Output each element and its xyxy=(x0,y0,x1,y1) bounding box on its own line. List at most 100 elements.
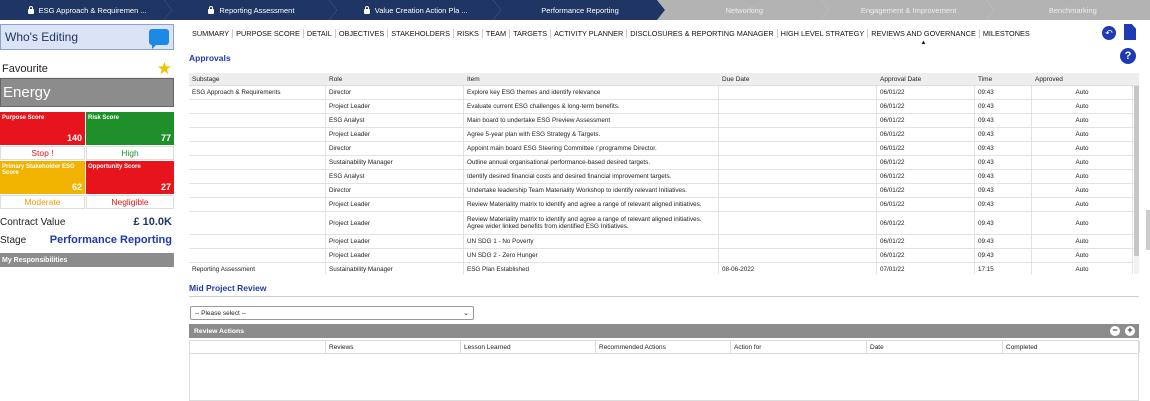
column-header[interactable]: Role xyxy=(326,76,464,83)
review-column-header[interactable]: Recommended Actions xyxy=(596,341,731,353)
table-cell: 06/01/22 xyxy=(877,249,975,262)
tab-risks[interactable]: RISKS xyxy=(454,28,483,38)
table-row[interactable]: Project Leader UN SDG 2 - Zero Hunger 06/0… xyxy=(189,249,1139,263)
stakeholder-score-tile[interactable]: Primary Stakeholder ESG Score 62 xyxy=(0,161,85,194)
tab-high-level-strategy[interactable]: HIGH LEVEL STRATEGY xyxy=(778,28,869,38)
progress-step[interactable]: Engagement & Improvement xyxy=(821,0,994,20)
column-header[interactable]: Time xyxy=(975,76,1032,83)
tab-detail[interactable]: DETAIL xyxy=(304,28,336,38)
review-column-header[interactable]: Action for xyxy=(731,341,867,353)
favourite-label: Favourite xyxy=(2,62,48,75)
review-column-header[interactable]: Reviews xyxy=(326,341,461,353)
table-cell: Outline annual organisational performanc… xyxy=(464,156,719,169)
tab-targets[interactable]: TARGETS xyxy=(510,28,552,38)
table-cell: Sustainability Manager xyxy=(326,156,464,169)
opportunity-score-title: Opportunity Score xyxy=(88,164,141,170)
approvals-scrollbar[interactable] xyxy=(1134,86,1139,274)
review-column-header[interactable]: Completed xyxy=(1003,341,1140,353)
table-cell xyxy=(189,249,326,262)
column-header[interactable]: Approved xyxy=(1032,76,1139,83)
page-scrollbar[interactable] xyxy=(1146,210,1150,250)
table-cell: Project Leader xyxy=(326,198,464,211)
collapse-icon[interactable]: − xyxy=(1110,326,1120,336)
progress-step[interactable]: ESG Approach & Requiremen ... xyxy=(0,0,173,20)
table-cell: Reporting Assessment xyxy=(189,263,326,274)
help-icon[interactable]: ? xyxy=(1120,48,1136,64)
stage-label: Stage xyxy=(0,234,27,246)
table-cell: Auto xyxy=(1032,235,1133,248)
star-icon[interactable]: ★ xyxy=(157,60,172,77)
tab-team[interactable]: TEAM xyxy=(483,28,511,38)
whos-editing-bar[interactable]: Who's Editing xyxy=(0,24,174,50)
review-column-header[interactable] xyxy=(190,341,326,353)
stage-value: Performance Reporting xyxy=(49,234,172,246)
tab-milestones[interactable]: MILESTONES xyxy=(980,29,1033,38)
chat-icon[interactable] xyxy=(149,29,169,49)
table-row[interactable]: Director Appoint main board ESG Steering … xyxy=(189,142,1139,156)
table-row[interactable]: ESG Approach & Requirements Director Explo… xyxy=(189,86,1139,100)
opportunity-score-status: Negligible xyxy=(86,195,174,209)
document-icon[interactable] xyxy=(1124,24,1136,40)
table-cell: ESG Approach & Requirements xyxy=(189,86,326,99)
table-cell: UN SDG 1 - No Poverty xyxy=(464,235,719,248)
risk-score-status: High xyxy=(86,146,174,160)
my-responsibilities-header[interactable]: My Responsibilities xyxy=(0,253,174,267)
progress-step-label: Performance Reporting xyxy=(541,5,619,15)
progress-step[interactable]: Performance Reporting xyxy=(492,0,666,20)
add-icon[interactable]: + xyxy=(1125,326,1135,336)
table-row[interactable]: Project Leader UN SDG 1 - No Poverty 06/01… xyxy=(189,235,1139,249)
table-cell: Agree 5-year plan with ESG Strategy & Ta… xyxy=(464,128,719,141)
table-cell: 09:43 xyxy=(975,86,1032,99)
risk-score-tile[interactable]: Risk Score 77 xyxy=(86,112,174,145)
approvals-body: ESG Approach & Requirements Director Explo… xyxy=(189,86,1139,274)
contract-value-row: Contract Value £ 10.0K xyxy=(0,215,174,229)
whos-editing-label: Who's Editing xyxy=(5,30,78,44)
table-cell: Auto xyxy=(1032,212,1133,234)
progress-step[interactable]: Benchmarking xyxy=(985,0,1150,20)
table-cell: Auto xyxy=(1032,114,1133,127)
table-row[interactable]: Project Leader Evaluate current ESG chall… xyxy=(189,100,1139,114)
table-cell: 09:43 xyxy=(975,156,1032,169)
review-column-header[interactable]: Date xyxy=(867,341,1003,353)
table-row[interactable]: Project Leader Review Materiality matrix … xyxy=(189,212,1139,235)
table-row[interactable]: Project Leader Review Materiality matrix … xyxy=(189,198,1139,212)
table-cell: 09:43 xyxy=(975,114,1032,127)
tab-reviews-and-governance[interactable]: REVIEWS AND GOVERNANCE xyxy=(868,28,980,38)
table-cell: 06/01/22 xyxy=(877,142,975,155)
tab-activity-planner[interactable]: ACTIVITY PLANNER xyxy=(551,28,628,38)
scrollbar-thumb[interactable] xyxy=(1134,86,1139,256)
review-column-header[interactable]: Lesson Learned xyxy=(461,341,596,353)
back-icon[interactable]: ↶ xyxy=(1102,26,1116,40)
opportunity-score-tile[interactable]: Opportunity Score 27 xyxy=(86,161,174,194)
table-cell xyxy=(189,100,326,113)
table-row[interactable]: Sustainability Manager Outline annual org… xyxy=(189,156,1139,170)
tab-disclosures-reporting-manager[interactable]: DISCLOSURES & REPORTING MANAGER xyxy=(627,28,778,38)
table-row[interactable]: ESG Analyst Identify desired financial co… xyxy=(189,170,1139,184)
table-cell: 06/01/22 xyxy=(877,235,975,248)
tab-stakeholders[interactable]: STAKEHOLDERS xyxy=(388,28,454,38)
table-row[interactable]: Reporting Assessment Sustainability Manag… xyxy=(189,263,1139,274)
score-grid: Purpose Score 140 Risk Score 77 Stop ! H… xyxy=(0,112,174,209)
column-header[interactable]: Due Date xyxy=(719,76,877,83)
risk-score-value: 77 xyxy=(160,133,171,143)
lock-icon xyxy=(363,5,370,14)
column-header[interactable]: Item xyxy=(464,76,719,83)
progress-step-label: Networking xyxy=(725,5,764,15)
purpose-score-tile[interactable]: Purpose Score 140 xyxy=(0,112,85,145)
mid-review-select[interactable]: -- Please select -- ⌄ xyxy=(190,306,474,320)
progress-step[interactable]: Networking xyxy=(657,0,830,20)
tab-objectives[interactable]: OBJECTIVES xyxy=(336,28,389,38)
table-cell: 06/01/22 xyxy=(877,212,975,234)
table-row[interactable]: ESG Analyst Main board to undertake ESG P… xyxy=(189,114,1139,128)
tab-purpose-score[interactable]: PURPOSE SCORE xyxy=(233,28,304,38)
table-cell: Undertake leadership Team Materiality Wo… xyxy=(464,184,719,197)
tab-bar: SUMMARY PURPOSE SCORE DETAIL OBJECTIVES STAK… xyxy=(189,24,1033,42)
table-row[interactable]: Project Leader Agree 5-year plan with ESG… xyxy=(189,128,1139,142)
column-header[interactable]: Substage xyxy=(189,76,326,83)
progress-step[interactable]: Reporting Assessment xyxy=(164,0,337,20)
tab-summary[interactable]: SUMMARY xyxy=(189,28,234,38)
column-header[interactable]: Approval Date xyxy=(877,76,975,83)
table-cell: Identify desired financial costs and des… xyxy=(464,170,719,183)
table-row[interactable]: Director Undertake leadership Team Materi… xyxy=(189,184,1139,198)
progress-step[interactable]: Value Creation Action Pla ... xyxy=(328,0,502,20)
